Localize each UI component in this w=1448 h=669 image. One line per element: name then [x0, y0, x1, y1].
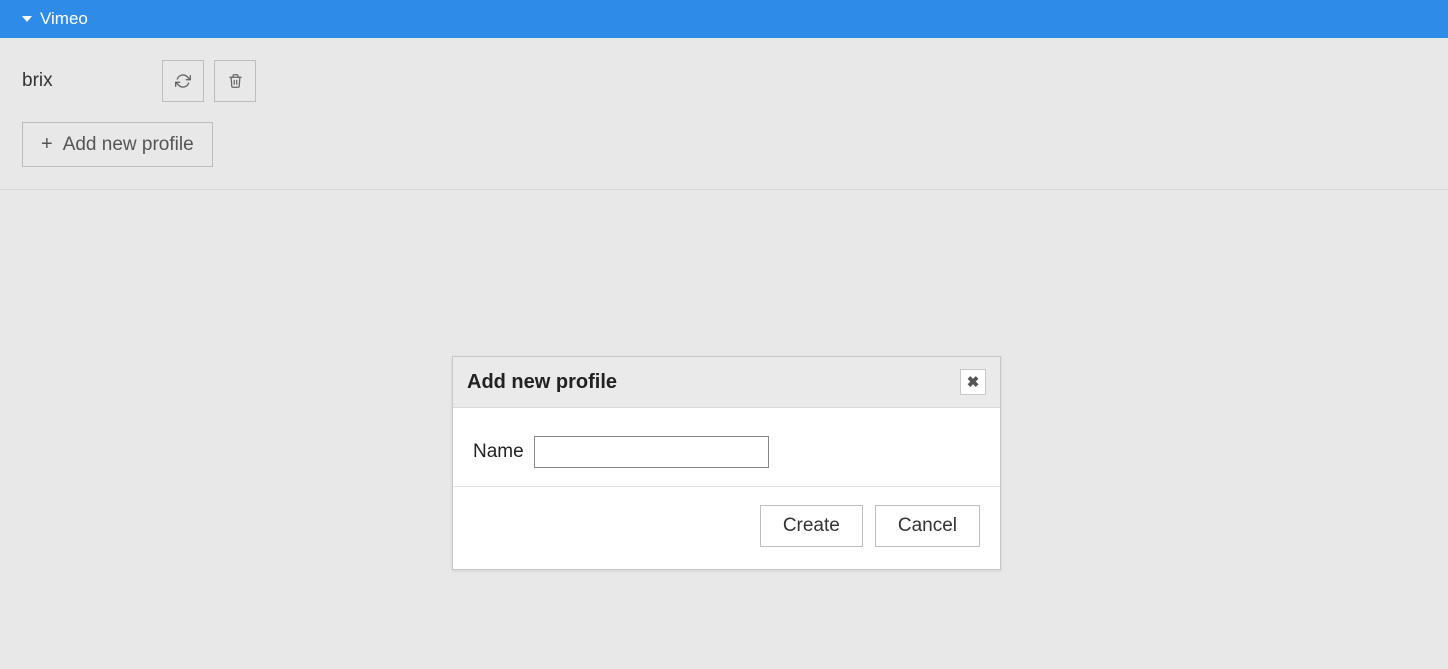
add-profile-dialog: Add new profile ✖ Name Create Cancel [452, 356, 1001, 570]
dialog-footer: Create Cancel [453, 487, 1000, 569]
close-icon: ✖ [967, 373, 980, 391]
profile-name: brix [22, 70, 162, 92]
add-profile-label: Add new profile [63, 134, 194, 156]
create-button[interactable]: Create [760, 505, 863, 547]
name-input[interactable] [534, 436, 769, 468]
caret-down-icon [22, 16, 32, 22]
name-field-label: Name [473, 441, 524, 463]
trash-icon [228, 73, 243, 89]
dialog-title: Add new profile [467, 371, 617, 394]
dialog-close-button[interactable]: ✖ [960, 369, 986, 395]
delete-button[interactable] [214, 60, 256, 102]
section-title: Vimeo [40, 9, 88, 29]
section-header[interactable]: Vimeo [0, 0, 1448, 38]
refresh-button[interactable] [162, 60, 204, 102]
section-divider [0, 189, 1448, 190]
profile-row: brix [0, 38, 1448, 102]
plus-icon: + [41, 133, 53, 156]
add-profile-button[interactable]: + Add new profile [22, 122, 213, 167]
dialog-body: Name [453, 408, 1000, 487]
cancel-button[interactable]: Cancel [875, 505, 980, 547]
dialog-header: Add new profile ✖ [453, 357, 1000, 408]
refresh-icon [175, 73, 191, 89]
